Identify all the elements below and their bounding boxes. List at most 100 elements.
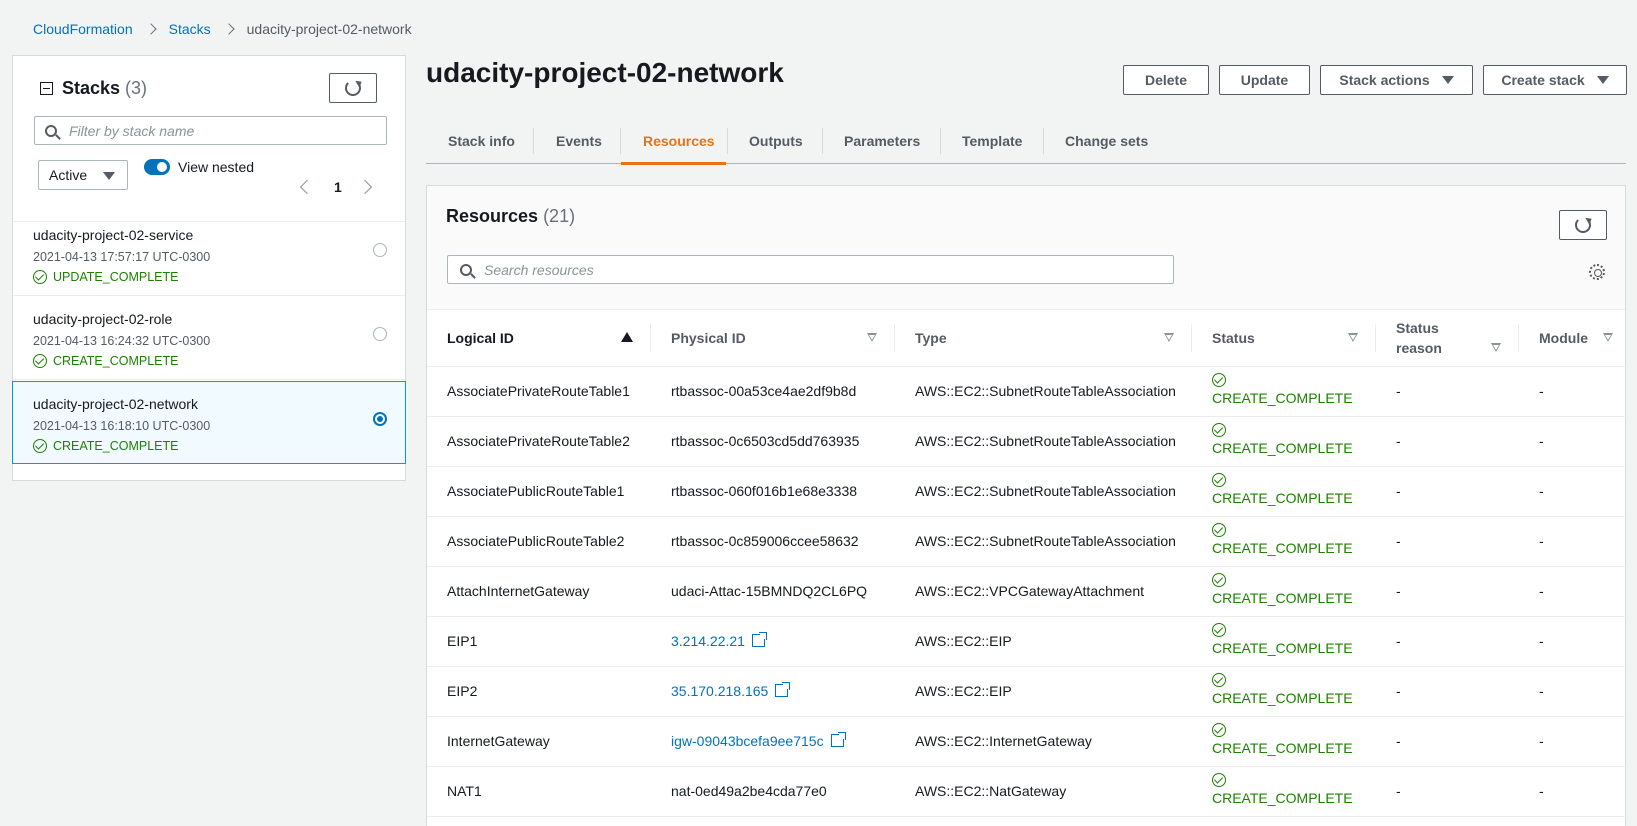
table-row: EIP1 3.214.22.21 AWS::EC2::EIP CREATE_COMPL… — [427, 616, 1627, 667]
table-row: NAT1 nat-0ed49a2be4cda77e0 AWS::EC2::NatGa… — [427, 766, 1627, 817]
logical-id-cell: EIP1 — [427, 616, 651, 667]
chevron-left-icon[interactable] — [299, 179, 315, 195]
stack-name[interactable]: udacity-project-02-service — [33, 227, 405, 243]
type-cell: AWS::EC2::EIP — [895, 666, 1192, 717]
refresh-icon — [345, 80, 361, 96]
page-number[interactable]: 1 — [334, 179, 342, 195]
status-filter-select[interactable]: Active — [38, 160, 128, 190]
resources-count: (21) — [543, 206, 576, 226]
type-cell: AWS::EC2::VPCGatewayAttachment — [895, 566, 1192, 617]
table-row: AttachInternetGateway udaci-Attac-15BMNDQ… — [427, 566, 1627, 617]
check-circle-icon — [33, 354, 47, 368]
table-row: AssociatePublicRouteTable1 rtbassoc-060f0… — [427, 466, 1627, 517]
sort-ascending-icon[interactable] — [621, 332, 633, 342]
collapse-icon[interactable] — [40, 82, 53, 95]
stacks-refresh-button[interactable] — [329, 73, 377, 103]
external-link-icon — [775, 681, 792, 697]
sort-icon[interactable] — [867, 333, 877, 342]
stack-tabs: Stack info Events Resources Outputs Para… — [426, 117, 1626, 165]
physical-id-text: igw-09043bcefa9ee715c — [671, 733, 824, 749]
column-header-physical-id[interactable]: Physical ID — [651, 310, 895, 367]
table-row: AssociatePrivateRouteTable1 rtbassoc-00a5… — [427, 366, 1627, 417]
status-reason-cell: - — [1376, 666, 1519, 717]
external-link-icon — [751, 631, 768, 647]
column-label: Logical ID — [447, 329, 514, 346]
column-label: Module — [1539, 329, 1588, 346]
module-cell: - — [1519, 516, 1627, 567]
stack-list-item[interactable]: udacity-project-02-role 2021-04-13 16:24… — [13, 297, 405, 380]
physical-id-link[interactable]: igw-09043bcefa9ee715c — [671, 731, 847, 749]
stack-name[interactable]: udacity-project-02-role — [33, 311, 405, 327]
check-circle-icon — [1212, 772, 1226, 787]
view-nested-toggle[interactable] — [144, 159, 170, 175]
column-header-status[interactable]: Status — [1192, 310, 1376, 367]
stack-radio[interactable] — [373, 327, 387, 341]
status-cell: CREATE_COMPLETE — [1192, 666, 1376, 717]
stack-status-text: CREATE_COMPLETE — [53, 354, 179, 368]
status-cell: CREATE_COMPLETE — [1192, 616, 1376, 667]
resources-refresh-button[interactable] — [1559, 210, 1607, 240]
column-header-status-reason[interactable]: Status reason — [1376, 310, 1519, 367]
physical-id-cell: rtbassoc-0c859006ccee58632 — [651, 516, 895, 567]
physical-id-text: udaci-Attac-15BMNDQ2CL6PQ — [671, 583, 868, 599]
type-cell: AWS::EC2::InternetGateway — [895, 716, 1192, 767]
status-reason-cell: - — [1376, 616, 1519, 667]
tab-outputs[interactable]: Outputs — [727, 117, 825, 164]
stack-radio[interactable] — [373, 243, 387, 257]
status-text: CREATE_COMPLETE — [1212, 689, 1353, 706]
tab-change-sets[interactable]: Change sets — [1043, 117, 1170, 164]
module-cell: - — [1519, 716, 1627, 767]
stack-list-item-selected[interactable]: udacity-project-02-network 2021-04-13 16… — [12, 381, 406, 464]
stacks-count: (3) — [125, 78, 148, 98]
resources-table: Logical ID Physical ID Type Status Statu… — [427, 310, 1627, 817]
sort-icon[interactable] — [1348, 333, 1358, 342]
create-stack-button[interactable]: Create stack — [1483, 65, 1627, 95]
type-cell: AWS::EC2::SubnetRouteTableAssociation — [895, 416, 1192, 467]
type-cell: AWS::EC2::EIP — [895, 616, 1192, 667]
sort-icon[interactable] — [1491, 343, 1501, 352]
resources-title: Resources (21) — [446, 206, 575, 227]
physical-id-link[interactable]: 35.170.218.165 — [671, 681, 792, 699]
stack-radio[interactable] — [373, 412, 387, 426]
column-header-logical-id[interactable]: Logical ID — [427, 310, 651, 367]
breadcrumb-stacks[interactable]: Stacks — [169, 21, 211, 37]
stack-list-item[interactable]: udacity-project-02-service 2021-04-13 17… — [13, 213, 405, 296]
sort-icon[interactable] — [1164, 333, 1174, 342]
tab-events[interactable]: Events — [534, 117, 624, 164]
tab-template[interactable]: Template — [940, 117, 1044, 164]
delete-button[interactable]: Delete — [1123, 65, 1209, 95]
stack-date: 2021-04-13 16:18:10 UTC-0300 — [33, 419, 211, 433]
breadcrumb-cloudformation[interactable]: CloudFormation — [33, 21, 133, 37]
physical-id-text: rtbassoc-0c6503cd5dd763935 — [671, 433, 860, 449]
physical-id-cell: udaci-Attac-15BMNDQ2CL6PQ — [651, 566, 895, 617]
stack-name[interactable]: udacity-project-02-network — [33, 396, 405, 412]
stack-actions-button[interactable]: Stack actions — [1320, 65, 1473, 95]
status-reason-cell: - — [1376, 466, 1519, 517]
caret-down-icon — [103, 172, 115, 180]
status-reason-cell: - — [1376, 516, 1519, 567]
check-circle-icon — [1212, 722, 1226, 737]
logical-id-cell: AssociatePrivateRouteTable1 — [427, 366, 651, 417]
module-cell: - — [1519, 466, 1627, 517]
column-header-type[interactable]: Type — [895, 310, 1192, 367]
update-button[interactable]: Update — [1219, 65, 1310, 95]
resources-search-input[interactable]: Search resources — [447, 255, 1174, 284]
gear-icon[interactable] — [1589, 264, 1605, 280]
logical-id-cell: EIP2 — [427, 666, 651, 717]
stack-filter-input[interactable]: Filter by stack name — [34, 116, 387, 145]
column-header-module[interactable]: Module — [1519, 310, 1627, 367]
page-title: udacity-project-02-network — [426, 57, 784, 88]
check-circle-icon — [1212, 472, 1226, 487]
table-header-row: Logical ID Physical ID Type Status Statu… — [427, 310, 1627, 367]
chevron-right-icon[interactable] — [357, 179, 372, 195]
type-cell: AWS::EC2::SubnetRouteTableAssociation — [895, 366, 1192, 417]
tab-parameters[interactable]: Parameters — [822, 117, 942, 164]
tab-resources[interactable]: Resources — [621, 117, 726, 165]
physical-id-text: 3.214.22.21 — [671, 633, 745, 649]
status-cell: CREATE_COMPLETE — [1192, 366, 1376, 417]
physical-id-link[interactable]: 3.214.22.21 — [671, 631, 768, 649]
tab-stack-info[interactable]: Stack info — [426, 117, 537, 164]
stack-actions-label: Stack actions — [1339, 72, 1430, 88]
refresh-icon — [1575, 217, 1591, 233]
sort-icon[interactable] — [1603, 333, 1613, 342]
